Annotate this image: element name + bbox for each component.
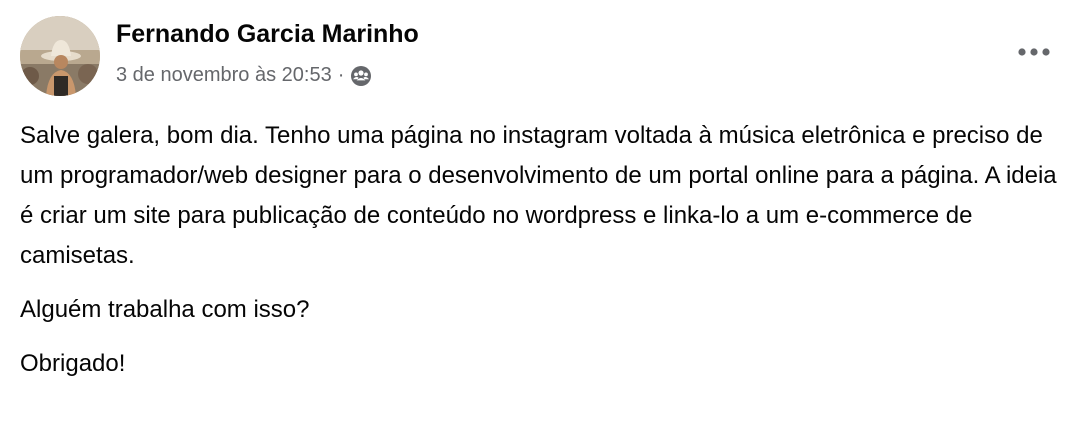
more-options-button[interactable] [1010,32,1058,72]
group-icon[interactable] [350,65,372,87]
post-timestamp[interactable]: 3 de novembro às 20:53 [116,64,332,87]
post-paragraph: Salve galera, bom dia. Tenho uma página … [20,122,1057,269]
avatar[interactable] [20,16,100,96]
post-content: Salve galera, bom dia. Tenho uma página … [20,116,1060,384]
post-meta: 3 de novembro às 20:53 · [116,64,372,87]
author-name[interactable]: Fernando Garcia Marinho [116,20,419,49]
more-options-icon [1018,48,1050,56]
meta-separator: · [337,64,345,86]
post-card: Fernando Garcia Marinho 3 de novembro às… [0,0,1082,436]
post-paragraph: Obrigado! [20,350,126,377]
post-paragraph: Alguém trabalha com isso? [20,296,310,323]
avatar-photo [20,16,100,96]
